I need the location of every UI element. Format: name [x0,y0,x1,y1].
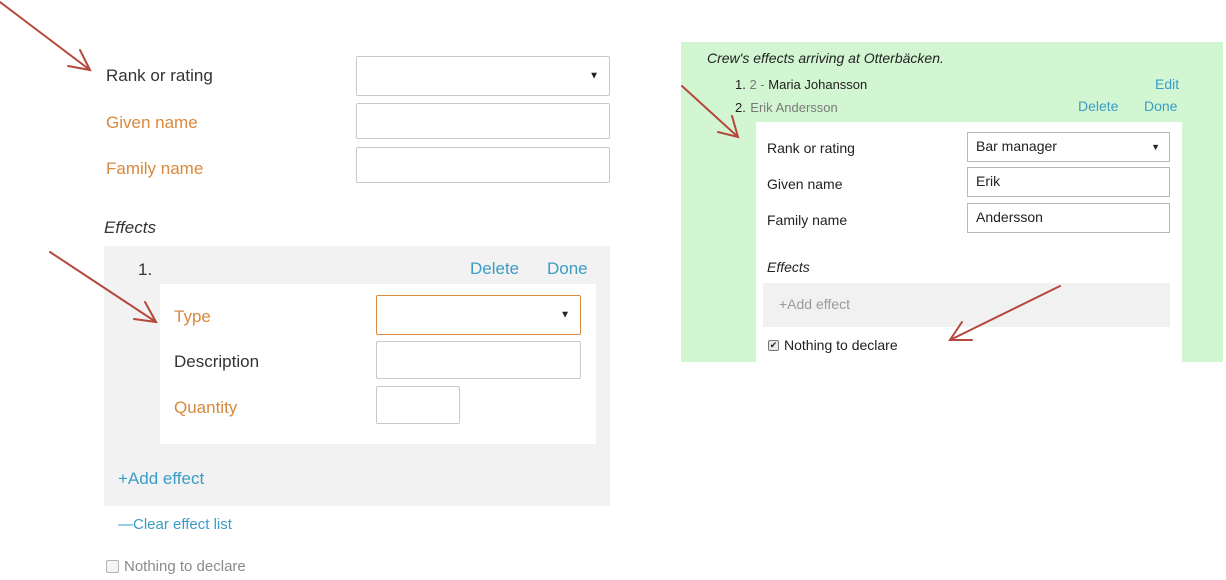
crew-rank-select[interactable]: Bar manager ▼ [967,132,1170,162]
crew-rank-value: Bar manager [976,138,1057,154]
crew-index: 2. [735,100,746,115]
description-input[interactable] [376,341,581,379]
crew-effects-title: Effects [767,259,810,275]
nothing-to-declare-checkbox[interactable] [106,560,119,573]
crew-given-name-input[interactable]: Erik [967,167,1170,197]
crew-given-name-label: Given name [767,176,843,192]
type-label: Type [174,307,211,326]
crew-row: 2. Erik Andersson [735,99,838,117]
effect-index: 1. [138,260,153,279]
rank-select[interactable]: ▼ [356,56,610,96]
crew-nothing-to-declare-checkbox[interactable]: ✔ [768,340,779,351]
crew-name: Maria Johansson [768,77,868,92]
type-select[interactable]: ▼ [376,295,581,335]
crew-add-effect-label: +Add effect [779,296,850,312]
caret-down-icon: ▼ [1151,142,1160,152]
crew-prefix: 2 - [749,77,765,92]
given-name-label: Given name [106,113,198,132]
caret-down-icon: ▼ [589,70,599,82]
crew-family-name-label: Family name [767,212,848,228]
description-label: Description [174,352,260,371]
add-effect-link[interactable]: +Add effect [118,469,204,489]
crew-done-link[interactable]: Done [1144,98,1177,114]
arrow-icon [0,1,91,71]
crew-family-name-input[interactable]: Andersson [967,203,1170,233]
caret-down-icon: ▼ [560,309,570,321]
crew-nothing-to-declare-label: Nothing to declare [784,337,898,353]
arrowhead-icon [67,49,92,72]
effect-done-link[interactable]: Done [547,259,588,279]
quantity-input[interactable] [376,386,460,424]
crew-delete-link[interactable]: Delete [1078,98,1118,114]
crew-panel-title: Crew's effects arriving at Otterbäcken. [707,50,944,66]
crew-edit-link[interactable]: Edit [1155,76,1179,92]
family-name-label: Family name [106,159,204,178]
crew-index: 1. [735,77,746,92]
clear-effect-list-link[interactable]: —Clear effect list [118,516,232,533]
crew-rank-label: Rank or rating [767,140,855,156]
crew-family-name-value: Andersson [976,209,1043,225]
nothing-to-declare-label: Nothing to declare [124,558,246,575]
crew-name: Erik Andersson [750,100,838,115]
rank-label: Rank or rating [106,66,213,85]
given-name-input[interactable] [356,103,610,139]
crew-row: 1. 2 - Maria Johansson [735,77,867,92]
crew-add-effect-button[interactable]: +Add effect [763,283,1170,327]
crew-given-name-value: Erik [976,173,1001,189]
effect-delete-link[interactable]: Delete [470,259,519,279]
quantity-label: Quantity [174,398,238,417]
effects-title: Effects [104,218,156,237]
family-name-input[interactable] [356,147,610,183]
